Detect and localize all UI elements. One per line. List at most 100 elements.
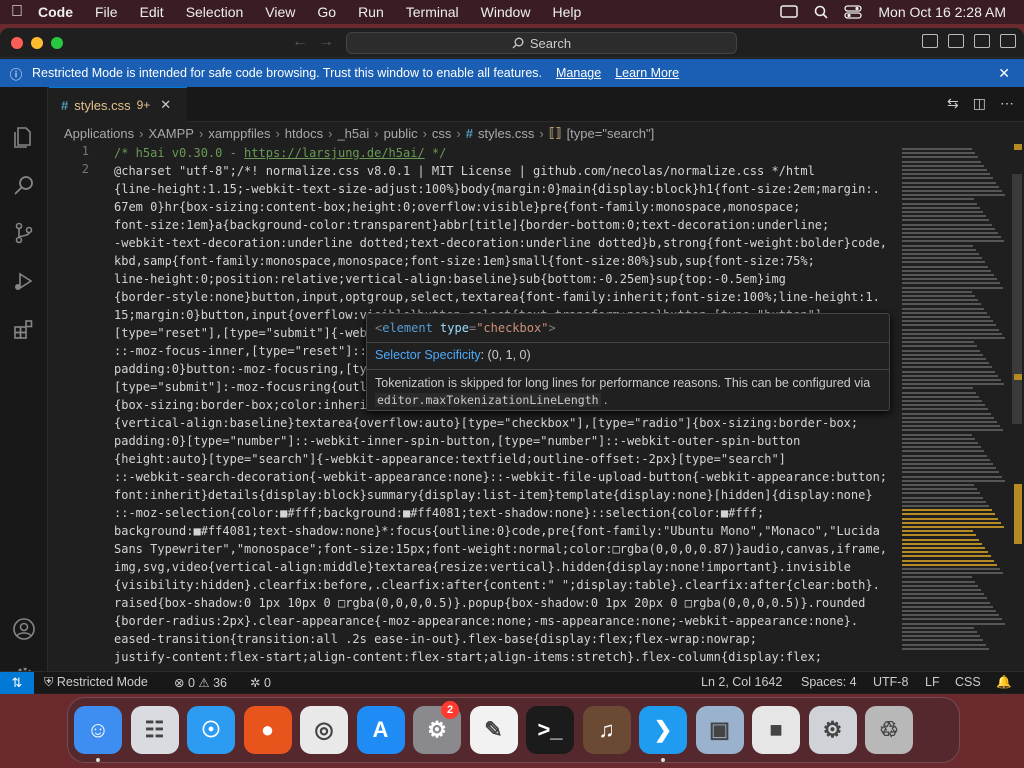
minimap-line [902, 387, 973, 390]
dock-roblox-icon[interactable]: ■ [752, 706, 800, 754]
minimap-line [902, 467, 996, 470]
minimap-line [902, 534, 976, 537]
minimap-line [902, 475, 1002, 478]
control-center-icon[interactable] [844, 5, 863, 19]
close-icon[interactable]: ✕ [998, 65, 1010, 82]
dock-trash-icon[interactable]: ♲ [865, 706, 913, 754]
learn-more-link[interactable]: Learn More [615, 66, 679, 80]
menu-file[interactable]: File [84, 4, 129, 20]
dock-textedit-icon[interactable]: ✎ [469, 706, 518, 754]
breadcrumb-xamppfiles[interactable]: xamppfiles [208, 126, 270, 141]
dock: ☺ ☷ ☉ ● ◎ A ⚙ ✎ >_ ♫ ❯ ▣ ■ ⚙ ♲ [67, 697, 960, 763]
language-mode-status[interactable]: CSS [955, 675, 981, 689]
menu-run[interactable]: Run [347, 4, 395, 20]
breadcrumb-public[interactable]: public [384, 126, 418, 141]
spotlight-search-icon[interactable] [814, 5, 828, 19]
dock-vscode-icon[interactable]: ❯ [639, 706, 687, 754]
minimap-line [902, 429, 1003, 432]
menubar-app-name[interactable]: Code [34, 4, 84, 20]
problems-status[interactable]: ⊗ 0 ⚠ 36 [174, 675, 227, 690]
dock-launchpad-icon[interactable]: ☷ [130, 706, 179, 754]
menu-go[interactable]: Go [306, 4, 347, 20]
open-changes-icon[interactable]: ⇆ [947, 95, 959, 112]
toggle-panel-icon[interactable] [948, 34, 964, 48]
breadcrumb-htdocs[interactable]: htdocs [285, 126, 323, 141]
cursor-position[interactable]: Ln 2, Col 1642 [701, 675, 782, 689]
minimap-line [902, 416, 994, 419]
split-editor-icon[interactable]: ◫ [973, 95, 986, 112]
minimap-line [902, 492, 980, 495]
dock-settings-utility-icon[interactable]: ⚙ [808, 706, 857, 754]
scroll-warning-marker [1014, 484, 1022, 544]
run-debug-icon[interactable] [12, 269, 36, 293]
dock-garageband-icon[interactable]: ♫ [582, 706, 631, 754]
accounts-icon[interactable] [12, 617, 36, 641]
minimize-window-button[interactable] [31, 37, 43, 49]
code-line: font:inherit}details{display:block}summa… [114, 488, 873, 502]
code-line: kbd,samp{font-family:monospace,monospace… [114, 254, 815, 268]
menu-window[interactable]: Window [470, 4, 542, 20]
toggle-secondary-sidebar-icon[interactable] [974, 34, 990, 48]
more-actions-icon[interactable]: ⋯ [1000, 95, 1014, 112]
menu-selection[interactable]: Selection [175, 4, 255, 20]
dock-chrome-icon[interactable]: ◎ [300, 706, 348, 754]
command-center-search[interactable]: Search [346, 32, 737, 54]
breadcrumb-css[interactable]: css [432, 126, 452, 141]
breadcrumb-file[interactable]: styles.css [478, 126, 534, 141]
explorer-icon[interactable] [12, 125, 36, 149]
menubar-clock[interactable]: Mon Oct 16 2:28 AM [878, 4, 1006, 20]
zoom-window-button[interactable] [51, 37, 63, 49]
eol-status[interactable]: LF [925, 675, 940, 689]
minimap-line [902, 223, 992, 226]
minimap-line [902, 395, 979, 398]
close-tab-icon[interactable]: ✕ [160, 97, 171, 113]
minimap-line [902, 303, 981, 306]
chevron-right-icon: › [275, 125, 280, 141]
code-line: Sans Typewriter","monospace";font-size:1… [114, 542, 888, 556]
minimap-line [902, 240, 1004, 243]
indentation-status[interactable]: Spaces: 4 [801, 675, 857, 689]
comment-link[interactable]: https://larsjung.de/h5ai/ [244, 146, 425, 160]
specificity-link[interactable]: Selector Specificity [375, 348, 481, 362]
apple-icon[interactable]:  [0, 3, 34, 21]
dock-virtualbox-icon[interactable]: ▣ [695, 706, 744, 754]
breadcrumb-applications[interactable]: Applications [64, 126, 134, 141]
chevron-right-icon: › [328, 125, 333, 141]
menu-help[interactable]: Help [541, 4, 592, 20]
hover-note-end: . [604, 393, 608, 407]
customize-layout-icon[interactable] [1000, 34, 1016, 48]
encoding-status[interactable]: UTF-8 [873, 675, 908, 689]
go-forward-icon[interactable]: → [318, 33, 334, 51]
source-control-icon[interactable] [12, 221, 36, 245]
breadcrumb-xampp[interactable]: XAMPP [148, 126, 194, 141]
minimap-line [902, 442, 978, 444]
code-line: ::-webkit-search-decoration{-webkit-appe… [114, 470, 888, 484]
dock-app-store-icon[interactable]: A [356, 706, 405, 754]
dock-safari-icon[interactable]: ☉ [187, 706, 235, 754]
scrollbar-thumb[interactable] [1012, 174, 1022, 424]
breadcrumb-symbol[interactable]: [type="search"] [567, 126, 655, 141]
menu-terminal[interactable]: Terminal [395, 4, 470, 20]
tab-styles-css[interactable]: # styles.css 9+ ✕ [49, 87, 187, 122]
toggle-primary-sidebar-icon[interactable] [922, 34, 938, 48]
go-back-icon[interactable]: ← [292, 33, 308, 51]
minimap-line [902, 383, 1004, 386]
minimap[interactable] [902, 144, 1008, 666]
search-icon[interactable] [12, 173, 36, 197]
menu-edit[interactable]: Edit [129, 4, 175, 20]
restricted-mode-status[interactable]: ⛨ Restricted Mode [44, 675, 148, 690]
close-window-button[interactable] [11, 37, 23, 49]
screen-mirroring-icon[interactable] [780, 5, 799, 19]
breadcrumb-h5ai[interactable]: _h5ai [337, 126, 369, 141]
dock-firefox-icon[interactable]: ● [243, 706, 292, 754]
remote-indicator-icon[interactable]: ⇅ [0, 672, 34, 694]
extensions-icon[interactable] [12, 317, 36, 341]
ports-status[interactable]: ✲ 0 [250, 675, 271, 690]
manage-link[interactable]: Manage [556, 66, 601, 80]
menu-view[interactable]: View [254, 4, 306, 20]
minimap-line [902, 580, 975, 583]
dock-terminal-icon[interactable]: >_ [526, 706, 574, 754]
notifications-bell-icon[interactable]: 🔔 [996, 675, 1012, 690]
editor-scrollbar[interactable] [1010, 144, 1024, 671]
dock-finder-icon[interactable]: ☺ [74, 706, 122, 754]
